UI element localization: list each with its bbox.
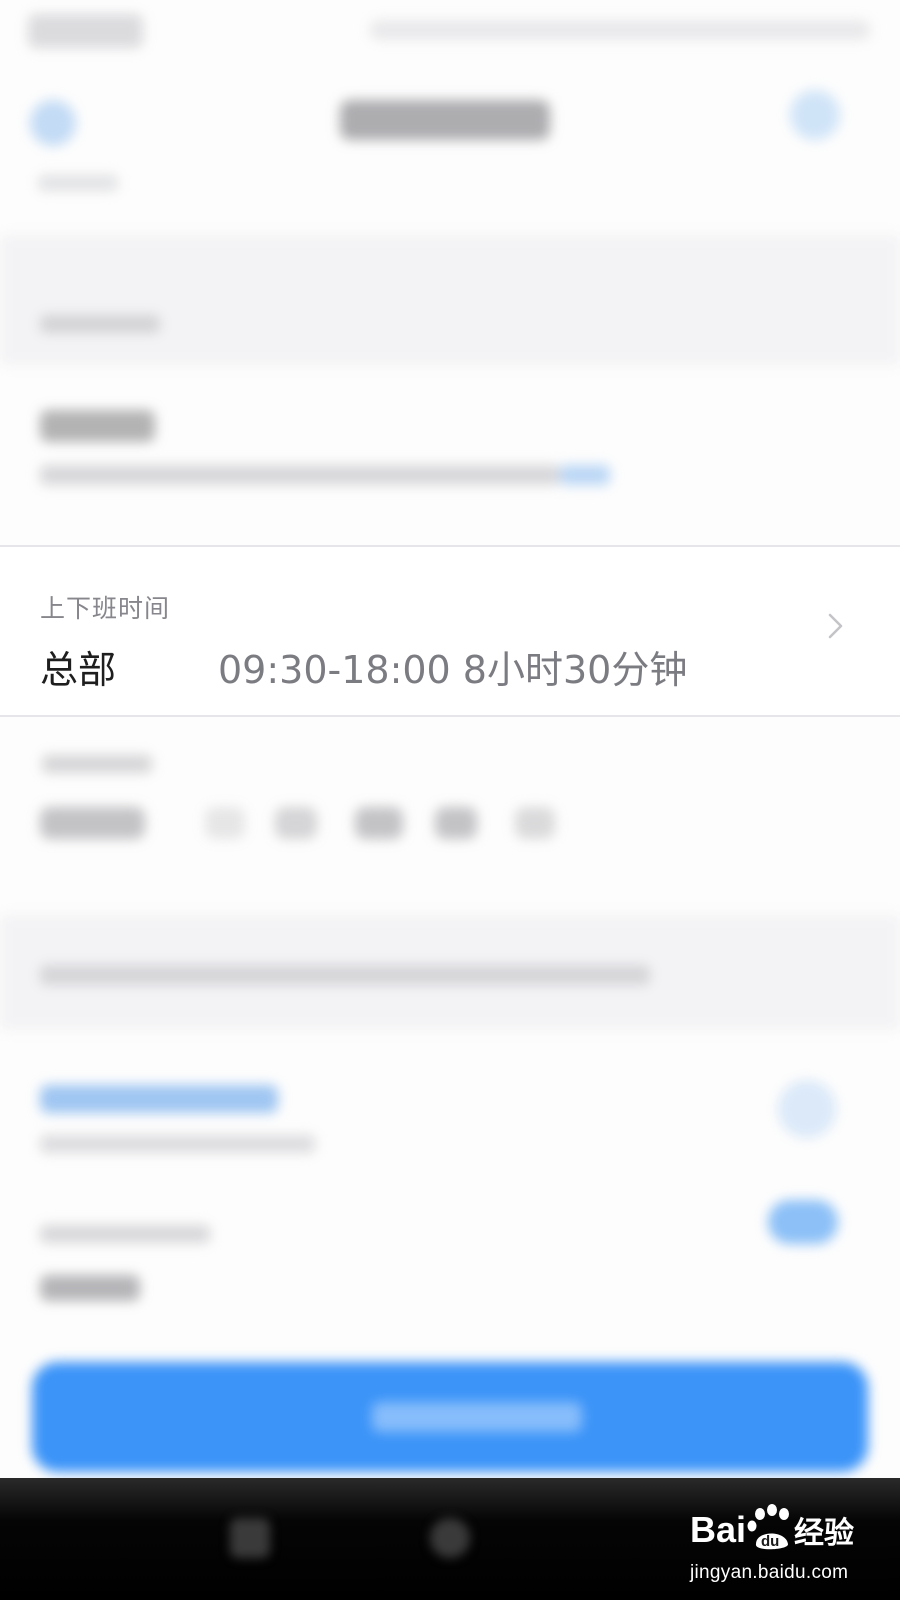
status-bar-time <box>28 14 143 48</box>
settings-row-title <box>40 410 155 442</box>
work-days-value <box>40 807 145 839</box>
work-time-schedule: 09:30-18:00 8小时30分钟 <box>218 648 688 692</box>
weekday-chip <box>205 807 245 839</box>
save-button[interactable] <box>32 1362 868 1472</box>
baidu-jingyan-watermark: Bai du 经验 jingyan.baidu.com <box>690 1500 890 1595</box>
settings-row-description <box>40 465 560 485</box>
nav-menu-icon[interactable] <box>230 1518 270 1558</box>
option-toggle[interactable] <box>768 1200 838 1244</box>
navigation-bar <box>0 70 900 220</box>
watermark-url: jingyan.baidu.com <box>690 1562 849 1583</box>
settings-row-link[interactable] <box>560 465 610 485</box>
back-icon[interactable] <box>30 100 76 146</box>
location-description <box>40 1135 315 1153</box>
attendance-rule-screen: 上下班时间 总部 09:30-18:00 8小时30分钟 Bai du 经验 j… <box>0 0 900 1600</box>
section-header-label <box>40 315 160 333</box>
option-value <box>40 1275 140 1301</box>
svg-text:Bai: Bai <box>690 1509 746 1550</box>
section-header <box>0 235 900 365</box>
svg-text:du: du <box>761 1533 779 1550</box>
work-time-row[interactable]: 上下班时间 总部 09:30-18:00 8小时30分钟 <box>0 545 900 717</box>
save-button-label <box>372 1402 582 1432</box>
work-days-row[interactable] <box>0 735 900 895</box>
work-days-label <box>42 755 152 773</box>
work-time-location: 总部 <box>40 648 117 692</box>
info-band-text <box>40 965 650 985</box>
svg-text:经验: 经验 <box>794 1516 854 1551</box>
location-link[interactable] <box>40 1085 278 1113</box>
weekday-chip <box>435 807 477 839</box>
settings-row-blurred[interactable] <box>0 380 900 530</box>
work-time-caption: 上下班时间 <box>40 594 171 623</box>
status-bar <box>0 0 900 60</box>
back-label <box>38 175 118 191</box>
help-icon[interactable] <box>790 90 840 140</box>
baidu-logo-icon: Bai du 经验 <box>690 1504 854 1551</box>
status-bar-indicators <box>370 20 870 40</box>
lower-settings <box>0 1040 900 1340</box>
info-band <box>0 915 900 1030</box>
weekday-chip <box>515 807 555 839</box>
weekday-chip <box>355 807 403 839</box>
nav-home-icon[interactable] <box>430 1518 470 1558</box>
add-icon[interactable] <box>778 1080 836 1138</box>
option-label <box>40 1225 210 1243</box>
weekday-chip <box>275 807 317 839</box>
page-title <box>340 100 550 140</box>
chevron-right-icon <box>828 613 843 639</box>
